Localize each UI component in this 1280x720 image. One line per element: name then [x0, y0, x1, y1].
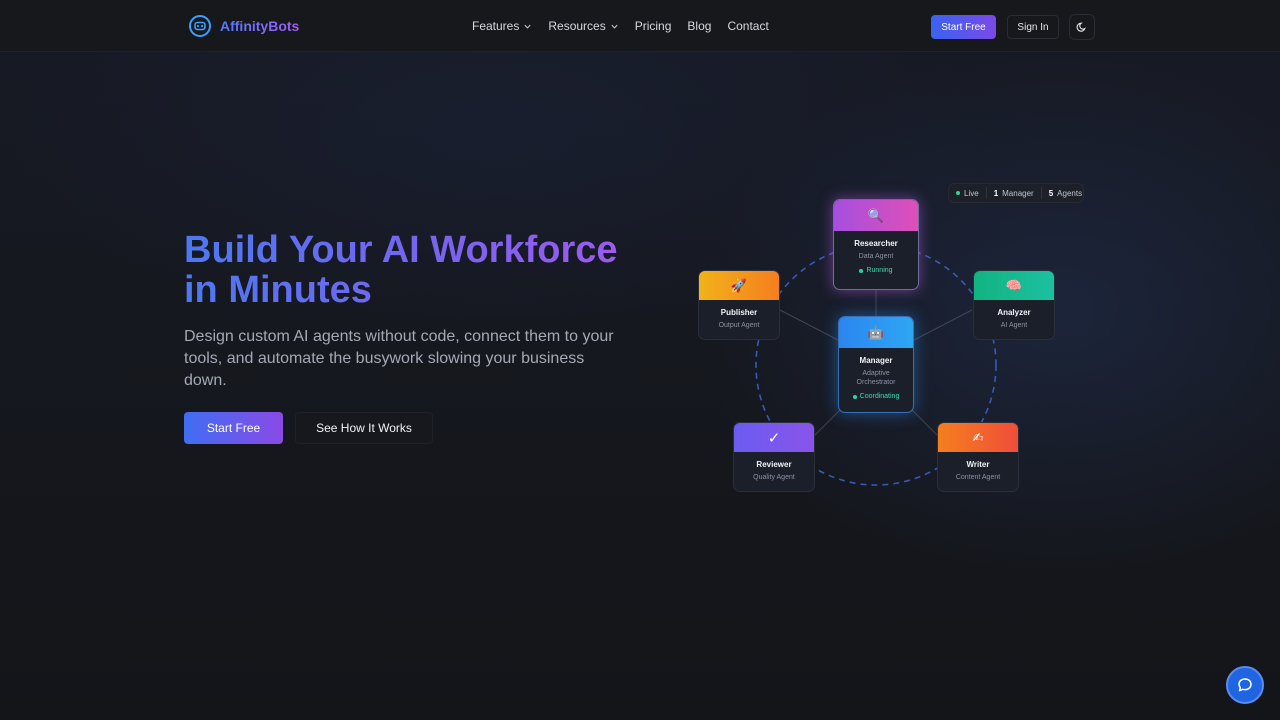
brain-icon: 🧠 — [1005, 277, 1023, 293]
agent-name: Researcher — [854, 239, 898, 248]
brand-name: AffinityBots — [220, 18, 300, 34]
nav-item-pricing[interactable]: Pricing — [635, 19, 672, 33]
writing-hand-icon: ✍ — [972, 429, 984, 445]
nav-item-resources[interactable]: Resources — [548, 19, 618, 33]
agent-name: Publisher — [720, 308, 758, 317]
chevron-down-icon — [524, 24, 531, 29]
agent-role: Adaptive Orchestrator — [856, 370, 896, 386]
analyzer-card-header: 🧠 — [974, 271, 1054, 300]
live-indicator: Live — [949, 187, 986, 199]
manager-count: 1 Manager — [985, 187, 1041, 199]
manager-count-value: 1 — [993, 188, 999, 198]
moon-icon — [1076, 22, 1086, 32]
see-how-it-works-button[interactable]: See How It Works — [295, 412, 433, 444]
agent-name: Reviewer — [756, 460, 792, 469]
agent-card-researcher[interactable]: 🔍 Researcher Data Agent Running — [833, 199, 919, 290]
status-dot-icon — [859, 268, 864, 273]
hero-subtitle: Design custom AI agents without code, co… — [184, 328, 614, 389]
rocket-icon: 🚀 — [730, 277, 748, 293]
agent-card-publisher[interactable]: 🚀 Publisher Output Agent — [698, 270, 780, 340]
agent-name: Analyzer — [997, 308, 1031, 317]
live-status-bar: Live 1 Manager 5 Agents — [948, 183, 1084, 203]
agent-role: Content Agent — [955, 474, 1001, 481]
live-dot-icon — [956, 191, 960, 195]
agent-name: Manager — [859, 356, 893, 365]
manager-card-header: 🤖 — [839, 317, 913, 348]
hero-start-free-button[interactable]: Start Free — [184, 412, 283, 444]
nav-item-label: Pricing — [634, 19, 672, 33]
chat-bubble-icon — [1238, 678, 1252, 692]
reviewer-card-header: ✓ — [734, 423, 814, 452]
main-menu: Features Resources Pricing Blog Contact — [472, 0, 769, 52]
robot-icon: 🤖 — [867, 324, 885, 340]
agent-role: AI Agent — [1000, 322, 1028, 329]
agent-status: Coordinating — [839, 393, 913, 400]
nav-item-label: Resources — [548, 19, 606, 33]
agent-role: Output Agent — [718, 322, 760, 329]
brand-logo[interactable]: AffinityBots — [188, 14, 299, 38]
nav-item-features[interactable]: Features — [472, 19, 532, 33]
writer-card-header: ✍ — [938, 423, 1018, 452]
agent-card-writer[interactable]: ✍ Writer Content Agent — [937, 422, 1019, 492]
agent-card-analyzer[interactable]: 🧠 Analyzer AI Agent — [973, 270, 1055, 340]
nav-item-label: Blog — [687, 19, 712, 33]
hero-title: Build Your AI Workforce in Minutes — [184, 230, 654, 310]
chevron-down-icon — [611, 24, 618, 29]
nav-item-label: Contact — [727, 19, 769, 33]
theme-toggle-button[interactable] — [1069, 14, 1095, 40]
agent-status: Running — [834, 267, 918, 274]
robot-logo-icon — [189, 15, 211, 37]
agent-role: Quality Agent — [753, 474, 795, 481]
nav-item-blog[interactable]: Blog — [687, 19, 711, 33]
agent-name: Writer — [966, 460, 990, 469]
publisher-card-header: 🚀 — [699, 271, 779, 300]
agent-count-label: Agents — [1057, 188, 1083, 198]
manager-count-label: Manager — [1002, 188, 1034, 198]
nav-item-label: Features — [472, 19, 520, 33]
nav-item-contact[interactable]: Contact — [727, 19, 768, 33]
chat-support-button[interactable] — [1226, 666, 1264, 704]
agent-status-label: Running — [866, 267, 893, 274]
top-navbar: AffinityBots Features Resources Pricing … — [0, 0, 1280, 52]
agent-role: Data Agent — [858, 253, 894, 260]
agent-card-manager[interactable]: 🤖 Manager Adaptive Orchestrator Coordina… — [838, 316, 914, 413]
sign-in-button[interactable]: Sign In — [1007, 15, 1059, 39]
researcher-card-header: 🔍 — [834, 200, 918, 231]
agent-card-reviewer[interactable]: ✓ Reviewer Quality Agent — [733, 422, 815, 492]
magnifier-icon: 🔍 — [867, 207, 885, 223]
agent-count-value: 5 — [1048, 188, 1054, 198]
live-label: Live — [964, 188, 979, 198]
status-dot-icon — [852, 394, 857, 399]
agent-count: 5 Agents — [1040, 187, 1089, 199]
nav-start-free-button[interactable]: Start Free — [931, 15, 996, 39]
agent-status-label: Coordinating — [859, 393, 900, 400]
checkmark-icon: ✓ — [767, 429, 781, 447]
